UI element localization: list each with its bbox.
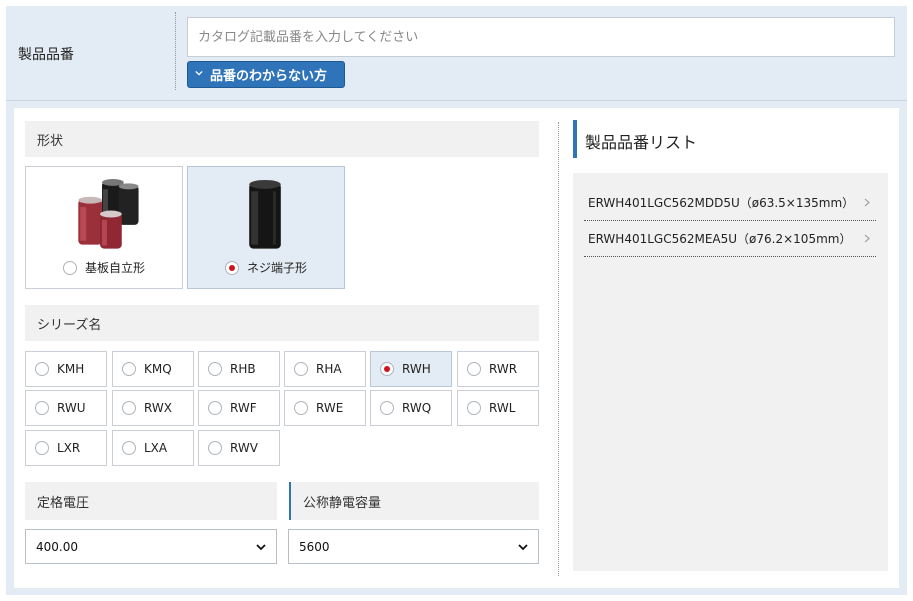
- series-label: RWQ: [402, 401, 432, 415]
- capacitance-value: 5600: [299, 539, 330, 554]
- series-option-rwl[interactable]: RWL: [457, 390, 539, 426]
- series-option-lxa[interactable]: LXA: [112, 430, 194, 466]
- series-radio[interactable]: [122, 441, 136, 455]
- part-number-label: 製品品番: [18, 47, 74, 63]
- series-radio[interactable]: [35, 441, 49, 455]
- voltage-heading: 定格電圧: [25, 482, 277, 520]
- voltage-select[interactable]: 400.00: [25, 529, 277, 564]
- chevron-right-icon: [864, 234, 870, 243]
- chevron-right-icon: [864, 198, 870, 207]
- series-option-kmh[interactable]: KMH: [25, 351, 107, 387]
- series-option-rwx[interactable]: RWX: [112, 390, 194, 426]
- series-radio[interactable]: [467, 362, 481, 376]
- series-option-rwf[interactable]: RWF: [198, 390, 280, 426]
- series-option-rhb[interactable]: RHB: [198, 351, 280, 387]
- series-label: RWE: [316, 401, 344, 415]
- series-option-kmq[interactable]: KMQ: [112, 351, 194, 387]
- shape-screw-label: ネジ端子形: [246, 261, 307, 275]
- shape-radial-label: 基板自立形: [84, 261, 145, 275]
- chevron-down-icon: [518, 543, 528, 550]
- series-radio[interactable]: [122, 401, 136, 415]
- part-number-input[interactable]: [187, 17, 895, 57]
- chevron-down-icon: [195, 70, 203, 76]
- series-radio[interactable]: [294, 401, 308, 415]
- shape-option-screw[interactable]: ネジ端子形: [187, 166, 345, 289]
- column-divider: [558, 122, 559, 576]
- series-heading: シリーズ名: [25, 305, 539, 341]
- shape-heading: 形状: [25, 121, 539, 157]
- series-radio[interactable]: [35, 362, 49, 376]
- series-label: RHA: [316, 362, 342, 376]
- chevron-down-icon: [256, 543, 266, 550]
- screw-terminal-capacitor-image: [249, 179, 281, 249]
- series-label: RWV: [230, 441, 258, 455]
- unknown-part-number-label: 品番のわからない方: [210, 69, 328, 84]
- series-option-rwe[interactable]: RWE: [284, 390, 366, 426]
- series-radio[interactable]: [35, 401, 49, 415]
- series-label: KMH: [57, 362, 85, 376]
- series-radio[interactable]: [380, 362, 394, 376]
- header-divider: [175, 12, 176, 90]
- series-radio[interactable]: [294, 362, 308, 376]
- series-label: RWF: [230, 401, 257, 415]
- series-option-rwv[interactable]: RWV: [198, 430, 280, 466]
- series-option-rwh[interactable]: RWH: [370, 351, 452, 387]
- series-radio[interactable]: [467, 401, 481, 415]
- series-radio[interactable]: [122, 362, 136, 376]
- series-radio[interactable]: [208, 362, 222, 376]
- series-label: RWL: [489, 401, 516, 415]
- series-radio[interactable]: [380, 401, 394, 415]
- product-list-item[interactable]: ERWH401LGC562MEA5U（ø76.2×105mm）: [584, 221, 876, 257]
- radial-capacitor-image: [78, 178, 139, 249]
- product-list-title: 製品品番リスト: [585, 133, 698, 152]
- series-label: RHB: [230, 362, 256, 376]
- series-label: RWX: [144, 401, 172, 415]
- shape-screw-radio[interactable]: [224, 260, 239, 275]
- shape-radial-radio[interactable]: [62, 260, 77, 275]
- series-option-rha[interactable]: RHA: [284, 351, 366, 387]
- series-label: KMQ: [144, 362, 172, 376]
- capacitance-heading: 公称静電容量: [289, 482, 539, 520]
- product-list-item-label: ERWH401LGC562MEA5U（ø76.2×105mm）: [588, 232, 852, 246]
- shape-option-radial[interactable]: 基板自立形: [25, 166, 183, 289]
- series-option-rwr[interactable]: RWR: [457, 351, 539, 387]
- series-option-rwq[interactable]: RWQ: [370, 390, 452, 426]
- unknown-part-number-button[interactable]: 品番のわからない方: [187, 61, 345, 88]
- product-list-item[interactable]: ERWH401LGC562MDD5U（ø63.5×135mm）: [584, 185, 876, 221]
- capacitance-select[interactable]: 5600: [288, 529, 539, 564]
- series-label: LXA: [144, 441, 168, 455]
- series-option-lxr[interactable]: LXR: [25, 430, 107, 466]
- voltage-value: 400.00: [36, 539, 78, 554]
- series-radio[interactable]: [208, 441, 222, 455]
- series-label: RWH: [402, 362, 431, 376]
- series-label: RWR: [489, 362, 518, 376]
- series-radio[interactable]: [208, 401, 222, 415]
- series-label: RWU: [57, 401, 86, 415]
- list-title-accent: [573, 120, 577, 158]
- product-list-item-label: ERWH401LGC562MDD5U（ø63.5×135mm）: [588, 196, 855, 210]
- series-option-rwu[interactable]: RWU: [25, 390, 107, 426]
- series-label: LXR: [57, 441, 81, 455]
